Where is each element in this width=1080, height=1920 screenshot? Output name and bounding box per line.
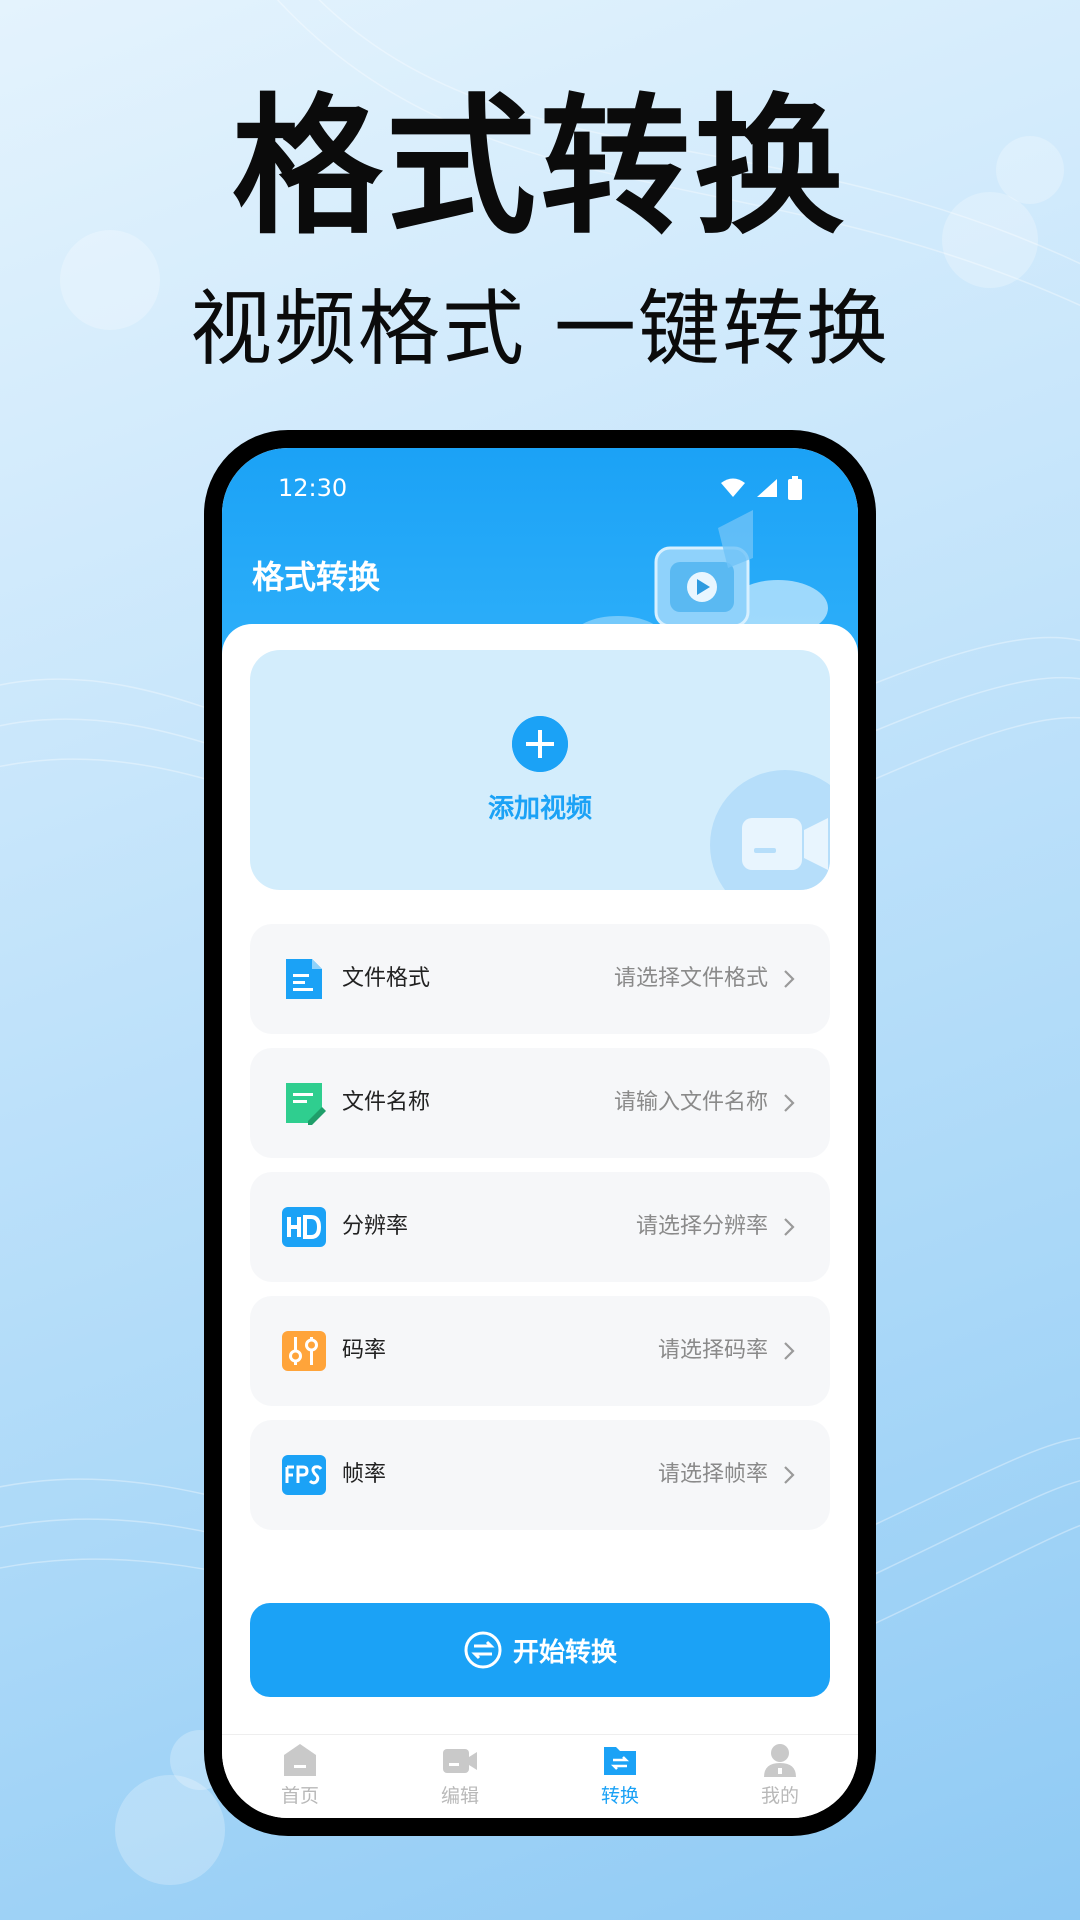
- header-title: 格式转换: [252, 558, 381, 596]
- tab-home[interactable]: 首页: [240, 1741, 360, 1817]
- fps-icon: [282, 1455, 326, 1495]
- setting-value: 请选择帧率: [657, 1462, 768, 1487]
- setting-value: 请选择分辨率: [635, 1214, 768, 1239]
- document-icon: [286, 959, 322, 999]
- setting-value: 请输入文件名称: [613, 1090, 768, 1115]
- chevron-right-icon: [784, 1342, 795, 1360]
- setting-label: 文件名称: [342, 1090, 431, 1115]
- plus-icon: [512, 716, 568, 772]
- tab-convert[interactable]: 转换: [560, 1741, 680, 1817]
- setting-value: 请选择文件格式: [613, 966, 768, 991]
- tab-label: 编辑: [440, 1785, 479, 1807]
- promo-subtitle: 视频格式 一键转换: [189, 282, 891, 377]
- bottom-tabbar: 首页 编辑 转换 我的: [222, 1734, 858, 1818]
- add-video-card[interactable]: 添加视频: [250, 650, 830, 890]
- chevron-right-icon: [784, 1094, 795, 1112]
- tab-mine[interactable]: 我的: [720, 1741, 840, 1817]
- start-convert-content: 开始转换: [250, 1603, 830, 1697]
- start-convert-button[interactable]: 开始转换: [250, 1603, 830, 1697]
- content-panel: 添加视频 文件格式 请选择文件格式 文件名称 请输入文件名称 分辨率 请选择分辨…: [222, 624, 858, 1734]
- setting-row-bitrate[interactable]: 码率 请选择码率: [250, 1296, 830, 1406]
- status-time: 12:30: [278, 474, 348, 502]
- chevron-right-icon: [784, 1466, 795, 1484]
- camera-deco-icon: [710, 770, 830, 890]
- setting-label: 分辨率: [342, 1214, 409, 1239]
- home-icon: [284, 1744, 316, 1776]
- setting-label: 文件格式: [342, 966, 431, 991]
- chevron-right-icon: [784, 1218, 795, 1236]
- promo-title: 格式转换: [231, 81, 848, 255]
- setting-label: 帧率: [342, 1462, 387, 1487]
- start-convert-label: 开始转换: [512, 1637, 617, 1668]
- setting-row-resolution[interactable]: 分辨率 请选择分辨率: [250, 1172, 830, 1282]
- phone-frame: 12:30 格式转换 添加视频 文件格式 请选择文件格式 文件名称 请输入文件名…: [204, 430, 876, 1836]
- video-camera-icon: [443, 1749, 477, 1773]
- user-icon: [764, 1744, 796, 1777]
- convert-folder-icon: [604, 1747, 636, 1775]
- chevron-right-icon: [784, 970, 795, 988]
- convert-icon: [464, 1631, 502, 1669]
- edit-document-icon: [286, 1083, 326, 1125]
- setting-label: 码率: [342, 1338, 387, 1363]
- setting-row-framerate[interactable]: 帧率 请选择帧率: [250, 1420, 830, 1530]
- sliders-icon: [282, 1331, 326, 1371]
- hd-icon: [282, 1207, 326, 1247]
- tab-label: 首页: [280, 1785, 319, 1807]
- tab-label: 我的: [760, 1785, 799, 1807]
- tab-edit[interactable]: 编辑: [400, 1741, 520, 1817]
- phone-screen: 12:30 格式转换 添加视频 文件格式 请选择文件格式 文件名称 请输入文件名…: [222, 448, 858, 1818]
- setting-row-filename[interactable]: 文件名称 请输入文件名称: [250, 1048, 830, 1158]
- tab-label: 转换: [600, 1785, 639, 1807]
- setting-value: 请选择码率: [657, 1338, 768, 1363]
- setting-row-format[interactable]: 文件格式 请选择文件格式: [250, 924, 830, 1034]
